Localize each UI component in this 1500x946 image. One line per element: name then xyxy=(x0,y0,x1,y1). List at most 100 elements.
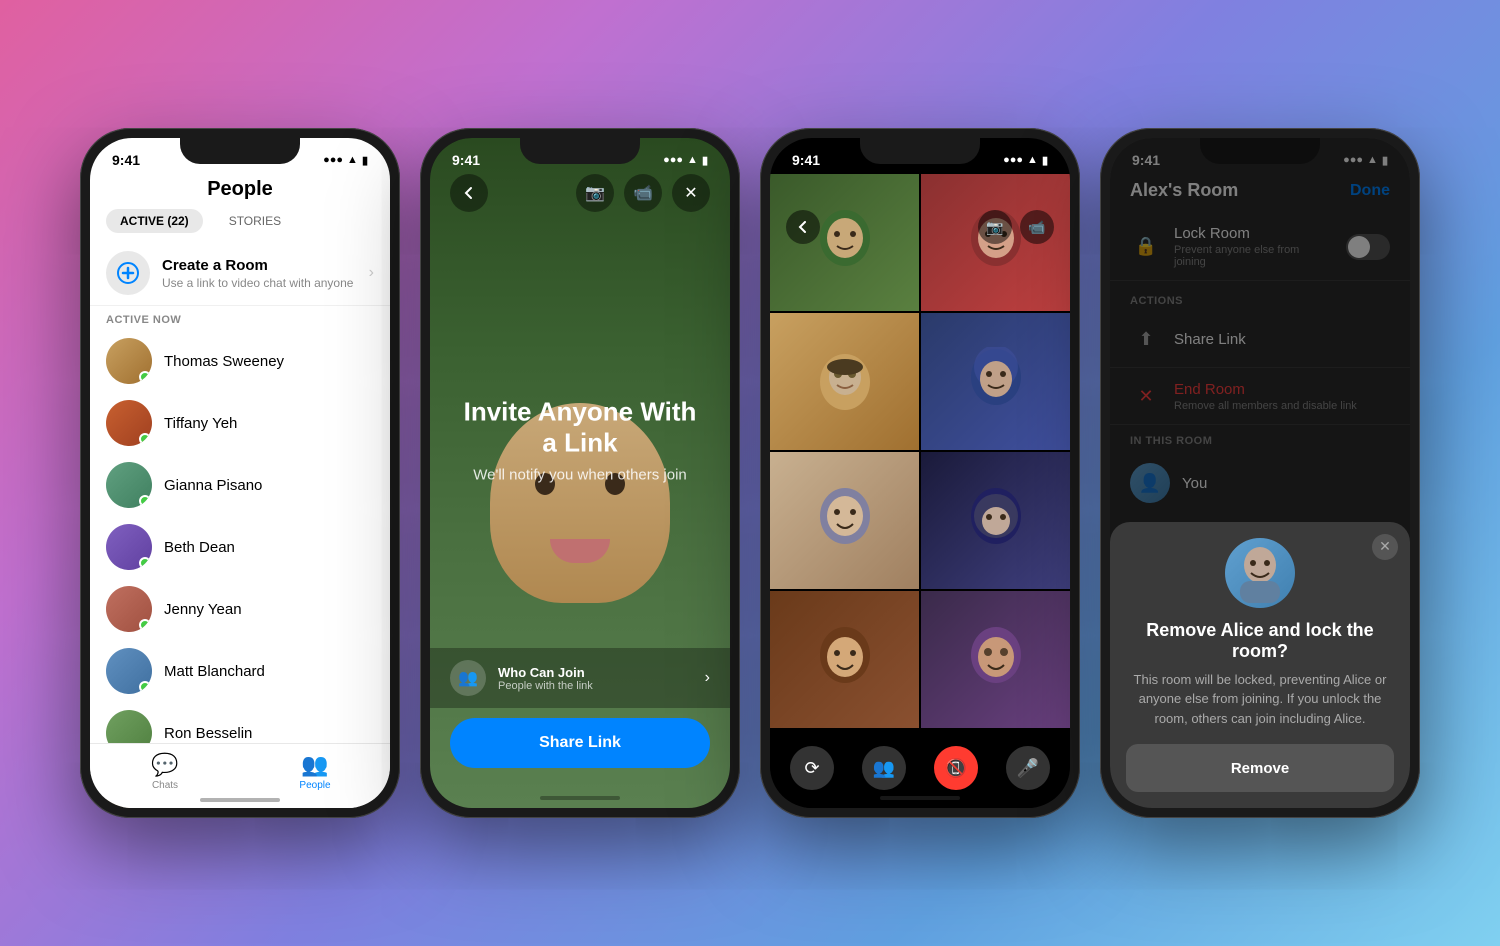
phone-2: 9:41 ●●● ▲ ▮ 📷 📹 ✕ Invite Anyone With a … xyxy=(420,128,740,818)
wifi-icon-2: ▲ xyxy=(687,154,698,166)
home-indicator xyxy=(200,798,280,802)
right-controls: 📷 📹 ✕ xyxy=(576,174,710,212)
top-right-controls: 📷 📹 xyxy=(978,210,1054,244)
flip-camera-btn[interactable]: ⟳ xyxy=(790,746,834,790)
bottom-nav: 💬 Chats 👥 People xyxy=(90,743,390,808)
nav-chats[interactable]: 💬 Chats xyxy=(90,752,240,791)
status-icons-2: ●●● ▲ ▮ xyxy=(663,154,708,167)
wifi-icon: ▲ xyxy=(347,154,358,166)
status-icons-3: ●●● ▲ ▮ xyxy=(1003,154,1048,167)
vface-3 xyxy=(770,313,919,450)
online-dot-beth xyxy=(139,557,151,569)
page-title: People xyxy=(90,174,390,209)
avatar-matt xyxy=(106,648,152,694)
tabs-row: ACTIVE (22) STORIES xyxy=(90,209,390,241)
invite-text-area: Invite Anyone With a Link We'll notify y… xyxy=(430,396,730,483)
who-icon: 👥 xyxy=(450,660,486,696)
chevron-who: › xyxy=(705,669,710,687)
video-cell-4 xyxy=(921,313,1070,450)
online-dot xyxy=(139,371,151,383)
mouth xyxy=(550,539,610,563)
nav-people[interactable]: 👥 People xyxy=(240,752,390,791)
contact-name-thomas: Thomas Sweeney xyxy=(164,353,284,370)
video-cell-5 xyxy=(770,452,919,589)
end-call-btn[interactable]: 📵 xyxy=(934,746,978,790)
mute-btn[interactable]: 🎤 xyxy=(1006,746,1050,790)
online-dot-tiffany xyxy=(139,433,151,445)
avatar-jenny xyxy=(106,586,152,632)
contact-row-tiffany[interactable]: Tiffany Yeh xyxy=(90,392,390,454)
create-room-text: Create a Room Use a link to video chat w… xyxy=(162,257,357,290)
video-cell-8 xyxy=(921,591,1070,728)
modal-avatar xyxy=(1225,538,1295,608)
modal-title: Remove Alice and lock the room? xyxy=(1126,620,1394,662)
phone-2-screen: 9:41 ●●● ▲ ▮ 📷 📹 ✕ Invite Anyone With a … xyxy=(430,138,730,808)
status-bar-2: 9:41 ●●● ▲ ▮ xyxy=(430,138,730,174)
who-can-join-title: Who Can Join xyxy=(498,665,693,680)
online-dot-jenny xyxy=(139,619,151,631)
invite-title: Invite Anyone With a Link xyxy=(460,396,700,458)
contact-name-matt: Matt Blanchard xyxy=(164,663,265,680)
notch-1 xyxy=(180,138,300,164)
time-2: 9:41 xyxy=(452,152,480,168)
contact-row-jenny[interactable]: Jenny Yean xyxy=(90,578,390,640)
phone-1: 9:41 ●●● ▲ ▮ People ACTIVE (22) STORIES … xyxy=(80,128,400,818)
who-text: Who Can Join People with the link xyxy=(498,665,693,692)
back-btn[interactable] xyxy=(450,174,488,212)
modal-sheet: ✕ Remove Alice and lock the room? This r… xyxy=(1110,522,1410,809)
video-cell-7 xyxy=(770,591,919,728)
phone-4-screen: 9:41 ●●● ▲ ▮ Alex's Room Done 🔒 Lock Roo… xyxy=(1110,138,1410,808)
vface-7 xyxy=(770,591,919,728)
invite-sub: We'll notify you when others join xyxy=(460,466,700,483)
avatar-beth xyxy=(106,524,152,570)
modal-remove-btn[interactable]: Remove xyxy=(1126,744,1394,792)
back-btn-3[interactable] xyxy=(786,210,820,244)
who-can-join-sub: People with the link xyxy=(498,680,693,692)
phone-4: 9:41 ●●● ▲ ▮ Alex's Room Done 🔒 Lock Roo… xyxy=(1100,128,1420,818)
phone-3-screen: 9:41 ●●● ▲ ▮ 📷 📹 xyxy=(770,138,1070,808)
share-link-btn[interactable]: Share Link xyxy=(450,718,710,768)
video-cell-3 xyxy=(770,313,919,450)
create-room-row[interactable]: Create a Room Use a link to video chat w… xyxy=(90,241,390,306)
phone3-top-ctrl: 📷 📹 xyxy=(770,174,1070,244)
time-3: 9:41 xyxy=(792,152,820,168)
create-room-title: Create a Room xyxy=(162,257,357,274)
people-icon: 👥 xyxy=(301,752,328,778)
call-controls-top: 📷 📹 ✕ xyxy=(430,174,730,212)
status-bar-3: 9:41 ●●● ▲ ▮ xyxy=(770,138,1070,174)
tab-stories[interactable]: STORIES xyxy=(215,209,295,233)
avatar-thomas xyxy=(106,338,152,384)
contact-row-matt[interactable]: Matt Blanchard xyxy=(90,640,390,702)
video-grid xyxy=(770,174,1070,728)
video-cell-6 xyxy=(921,452,1070,589)
vface-5 xyxy=(770,452,919,589)
modal-overlay: ✕ Remove Alice and lock the room? This r… xyxy=(1110,138,1410,808)
avatar-gianna xyxy=(106,462,152,508)
contact-name-tiffany: Tiffany Yeh xyxy=(164,415,237,432)
contact-name-beth: Beth Dean xyxy=(164,539,235,556)
online-dot-matt xyxy=(139,681,151,693)
contact-name-jenny: Jenny Yean xyxy=(164,601,242,618)
tab-active[interactable]: ACTIVE (22) xyxy=(106,209,203,233)
chevron-icon: › xyxy=(369,264,374,282)
vface-6 xyxy=(921,452,1070,589)
camera-btn[interactable]: 📷 xyxy=(576,174,614,212)
video-btn[interactable]: 📹 xyxy=(624,174,662,212)
battery-icon: ▮ xyxy=(362,154,368,167)
signal-icon: ●●● xyxy=(323,154,343,166)
video-btn-3[interactable]: 📹 xyxy=(1020,210,1054,244)
nav-people-label: People xyxy=(299,780,330,791)
create-room-sub: Use a link to video chat with anyone xyxy=(162,276,357,290)
nav-chats-label: Chats xyxy=(152,780,178,791)
phone-3: 9:41 ●●● ▲ ▮ 📷 📹 xyxy=(760,128,1080,818)
signal-icon-2: ●●● xyxy=(663,154,683,166)
contact-row-gianna[interactable]: Gianna Pisano xyxy=(90,454,390,516)
close-btn[interactable]: ✕ xyxy=(672,174,710,212)
modal-close-btn[interactable]: ✕ xyxy=(1372,534,1398,560)
contact-row-beth[interactable]: Beth Dean xyxy=(90,516,390,578)
contact-row-thomas[interactable]: Thomas Sweeney xyxy=(90,330,390,392)
who-can-join-row[interactable]: 👥 Who Can Join People with the link › xyxy=(430,648,730,708)
home-indicator-2 xyxy=(540,796,620,800)
participants-btn[interactable]: 👥 xyxy=(862,746,906,790)
camera-btn-3[interactable]: 📷 xyxy=(978,210,1012,244)
